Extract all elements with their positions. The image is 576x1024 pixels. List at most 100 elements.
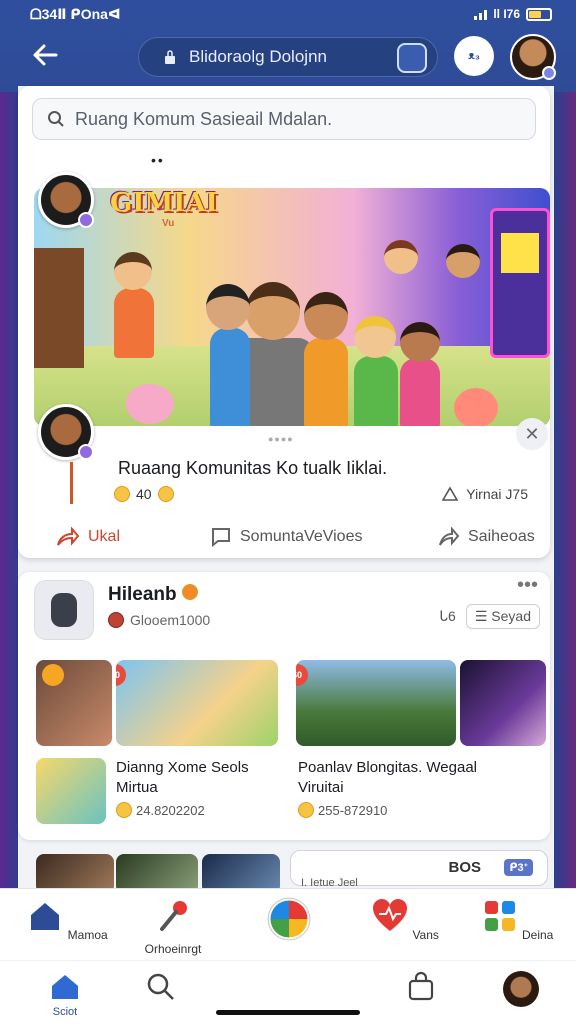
post-title: Ruaang Komunitas Ko tualk Iiklai. bbox=[118, 458, 388, 478]
nav-item-create[interactable] bbox=[244, 897, 334, 948]
chat-icon[interactable] bbox=[397, 43, 427, 73]
banner-logo-sub: Vu bbox=[162, 218, 175, 229]
featured-banner-image[interactable]: GIMIAI Vu bbox=[34, 188, 550, 426]
indicator-dots: •• bbox=[151, 152, 165, 168]
nav-item-favorites[interactable]: Vans bbox=[360, 897, 450, 942]
nav-item-games[interactable]: Deina bbox=[472, 897, 562, 942]
tab-profile[interactable] bbox=[496, 971, 546, 1021]
profile-avatar bbox=[503, 971, 539, 1007]
kid-figure bbox=[246, 282, 300, 340]
pink-mascot bbox=[126, 384, 174, 424]
kid-figure bbox=[446, 244, 480, 278]
tile-meta-text: 24.8202202 bbox=[136, 802, 205, 818]
signal-icon bbox=[474, 8, 488, 20]
tab-label: Sciot bbox=[52, 1006, 78, 1018]
profile-avatar[interactable] bbox=[510, 34, 556, 80]
carousel-pager: ●●●● bbox=[268, 434, 294, 444]
back-arrow-icon[interactable] bbox=[30, 40, 60, 70]
banner-logo: GIMIAI bbox=[110, 188, 218, 218]
tile-title[interactable]: Dianng Xome Seols Mirtua bbox=[116, 758, 249, 798]
kid-figure bbox=[400, 358, 440, 426]
next-feed-row: BOS ᑭ3ᐩ I. Ietue Jeel bbox=[18, 850, 550, 894]
tile-meta: 24.8202202 bbox=[116, 802, 205, 818]
chip-label: BOS bbox=[448, 859, 481, 876]
home-icon bbox=[52, 975, 78, 999]
send-button[interactable]: Saiheoas bbox=[438, 527, 535, 547]
kid-figure bbox=[400, 322, 440, 362]
sort-label: Seyad bbox=[491, 608, 531, 624]
banner-arcade bbox=[490, 208, 550, 358]
battery-icon bbox=[526, 7, 552, 21]
sort-count[interactable]: ᒐ6 bbox=[439, 608, 456, 625]
kid-figure bbox=[384, 240, 418, 274]
tab-shop[interactable] bbox=[396, 971, 446, 1021]
media-thumbnail[interactable] bbox=[36, 660, 112, 746]
sort-controls: ᒐ6 ☰ Seyad bbox=[439, 604, 540, 629]
group-subtitle-text: Glooem1000 bbox=[130, 612, 211, 628]
kid-figure bbox=[210, 328, 250, 426]
smile-emoji-icon bbox=[116, 802, 132, 818]
info-chip[interactable]: BOS ᑭ3ᐩ I. Ietue Jeel bbox=[290, 850, 548, 889]
puzzle-icon bbox=[484, 901, 515, 931]
emoji-icon bbox=[181, 584, 198, 600]
kid-figure bbox=[206, 284, 250, 330]
media-thumbnail[interactable] bbox=[36, 758, 106, 824]
tile-meta: 255-872910 bbox=[298, 802, 387, 818]
kid-figure bbox=[114, 288, 154, 358]
warning-icon bbox=[442, 486, 459, 501]
comment-label: SomuntaVeVioes bbox=[240, 528, 363, 545]
post-views: Yirnai J75 bbox=[442, 486, 528, 502]
kid-figure bbox=[304, 292, 348, 340]
menu-button[interactable]: ᴥ₃ bbox=[454, 36, 494, 76]
group-subtitle: Glooem1000 bbox=[108, 612, 210, 628]
media-thumbnail[interactable] bbox=[460, 660, 546, 746]
home-indicator bbox=[216, 1010, 360, 1015]
tile-title[interactable]: Poanlav Blongitas. Wegaal Viruitai bbox=[298, 758, 477, 798]
media-thumbnail[interactable]: 60 bbox=[116, 660, 278, 746]
tile-meta-text: 255-872910 bbox=[318, 802, 388, 818]
search-icon bbox=[147, 973, 174, 1000]
status-time: ᗝ34Ⅱ ᑭOnaᐊ bbox=[30, 5, 121, 22]
post-reactions[interactable]: 40 bbox=[114, 486, 174, 502]
status-bar: ᗝ34Ⅱ ᑭOnaᐊ ll I76 bbox=[30, 4, 552, 24]
nav-label: Deina bbox=[521, 928, 554, 942]
group-avatar[interactable] bbox=[34, 580, 94, 640]
group-name[interactable]: Hileanb bbox=[108, 584, 198, 606]
nav-label: Orhoeinrgt bbox=[144, 942, 202, 956]
more-options-icon[interactable]: ••• bbox=[517, 574, 538, 597]
home-icon bbox=[31, 903, 60, 930]
tab-home[interactable]: Sciot bbox=[40, 971, 90, 1021]
author-avatar[interactable] bbox=[38, 172, 94, 228]
nav-item-home[interactable]: Mamoa bbox=[22, 897, 112, 942]
media-thumbnail[interactable]: 60 bbox=[296, 660, 456, 746]
lock-icon bbox=[165, 50, 175, 64]
close-icon[interactable]: ✕ bbox=[516, 418, 548, 450]
nav-label: Mamoa bbox=[67, 928, 108, 942]
bag-icon bbox=[408, 971, 434, 1001]
author-avatar[interactable] bbox=[38, 404, 94, 460]
smile-emoji-icon bbox=[157, 486, 174, 502]
tile-title-line: Poanlav Blongitas. Wegaal bbox=[298, 759, 478, 776]
nav-item-microphone[interactable]: Orhoeinrgt bbox=[128, 897, 218, 956]
sort-button[interactable]: ☰ Seyad bbox=[465, 604, 540, 629]
tab-search[interactable] bbox=[136, 971, 186, 1021]
thread-line bbox=[70, 462, 73, 504]
page-title-pill[interactable]: Blidoraolg Dolojnn bbox=[138, 37, 438, 77]
online-indicator bbox=[542, 66, 556, 80]
comment-icon bbox=[212, 528, 230, 547]
app-header: ᗝ34Ⅱ ᑭOnaᐊ ll I76 Blidoraolg Dolojnn ᴥ₃ bbox=[0, 0, 576, 92]
verified-badge-icon bbox=[78, 444, 94, 460]
comment-button[interactable]: SomuntaVeVioes bbox=[210, 527, 362, 547]
group-badge-icon bbox=[108, 612, 124, 628]
kid-figure bbox=[114, 252, 152, 290]
search-placeholder: Ruang Komum Sasieail Mdalan. bbox=[75, 108, 333, 129]
share-button[interactable]: Ukal bbox=[56, 527, 120, 547]
reaction-count: 40 bbox=[136, 486, 152, 502]
post-actions: Ukal SomuntaVeVioes Saiheoas bbox=[18, 516, 550, 558]
search-input[interactable]: Ruang Komum Sasieail Mdalan. bbox=[32, 98, 536, 140]
group-name-text: Hileanb bbox=[108, 584, 177, 605]
share-icon bbox=[57, 527, 80, 546]
featured-post-card: Ruang Komum Sasieail Mdalan. •• GIMIAI V… bbox=[18, 86, 550, 558]
banner-piano bbox=[34, 248, 84, 368]
chip-badge: ᑭ3ᐩ bbox=[504, 859, 533, 876]
